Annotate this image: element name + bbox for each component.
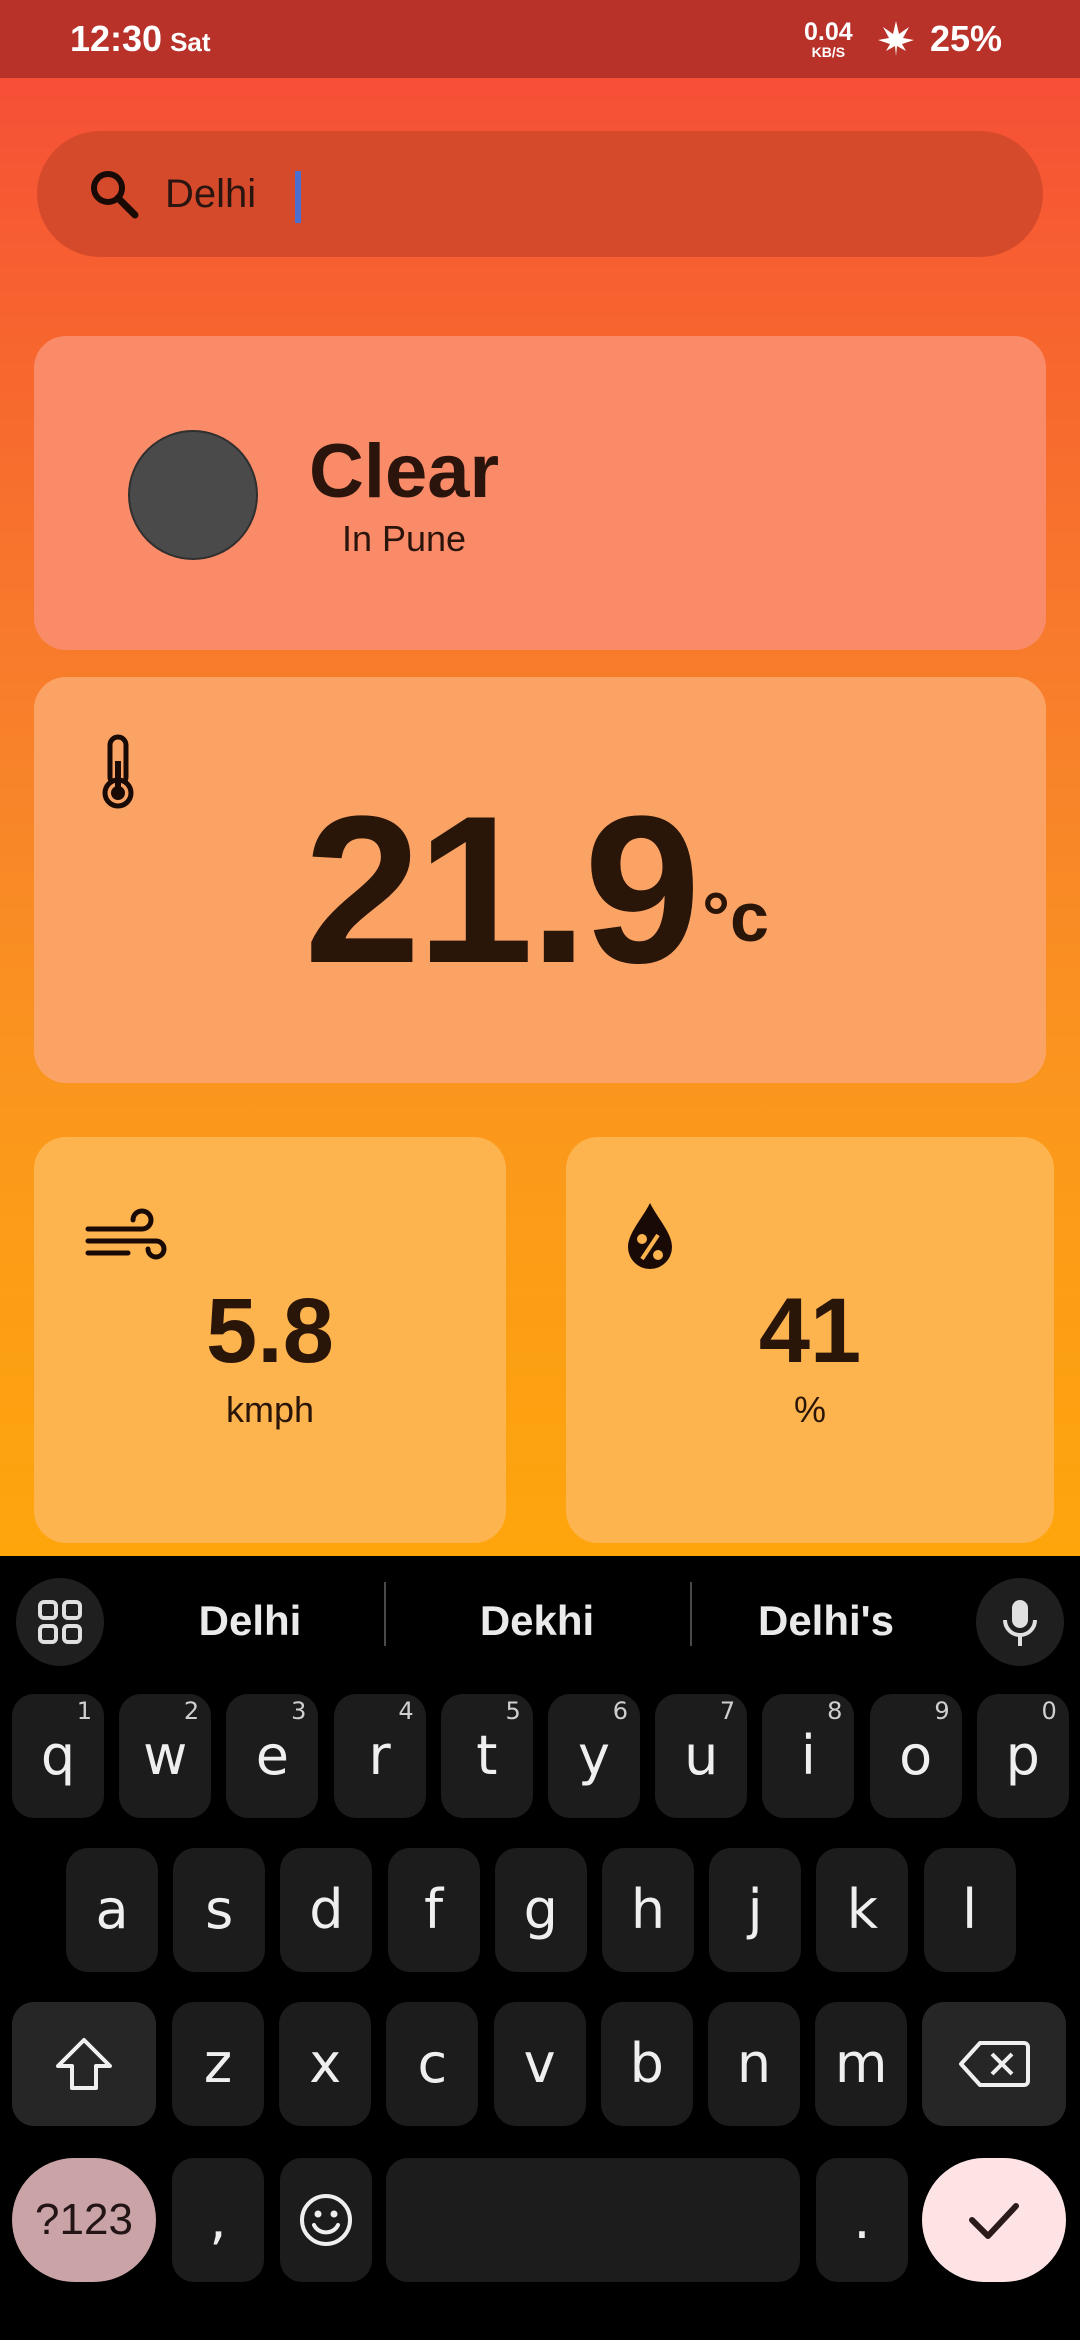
status-time: 12:30 Sat — [70, 18, 211, 60]
backspace-key[interactable] — [922, 2002, 1066, 2126]
key-label: i — [800, 1724, 816, 1787]
wind-icon — [85, 1208, 167, 1260]
key-hint: 8 — [827, 1697, 843, 1725]
comma-key[interactable]: , — [172, 2158, 264, 2282]
humidity-unit: % — [793, 1389, 826, 1430]
shift-key[interactable] — [12, 2002, 156, 2126]
key-k[interactable]: k — [816, 1848, 909, 1972]
key-d[interactable]: d — [280, 1848, 373, 1972]
key-c[interactable]: c — [386, 2002, 479, 2126]
key-label: t — [476, 1724, 498, 1787]
shift-icon — [56, 2038, 112, 2090]
humidity-icon — [628, 1203, 672, 1269]
key-u[interactable]: u7 — [655, 1694, 748, 1818]
temperature-value: 21.9 — [304, 772, 701, 1007]
network-rate-value: 0.04 — [804, 18, 853, 46]
apps-grid-icon — [38, 1600, 82, 1644]
wind-speed-value: 5.8 — [206, 1280, 334, 1382]
humidity-card: 41 % — [566, 1137, 1054, 1543]
suggestion-divider — [690, 1582, 692, 1646]
key-hint: 2 — [183, 1697, 200, 1725]
key-a[interactable]: a — [66, 1848, 158, 1972]
key-p[interactable]: p0 — [976, 1694, 1069, 1818]
emoji-icon — [300, 2194, 352, 2246]
key-hint: 5 — [505, 1697, 521, 1725]
key-t[interactable]: t5 — [440, 1694, 533, 1818]
temperature-unit: °c — [702, 878, 769, 956]
key-v[interactable]: v — [493, 2002, 586, 2126]
key-hint: 6 — [612, 1697, 628, 1725]
condition-location: In Pune — [341, 518, 467, 559]
key-b[interactable]: b — [600, 2002, 693, 2126]
emoji-key[interactable] — [280, 2158, 372, 2282]
wind-speed-unit: kmph — [225, 1389, 315, 1430]
microphone-icon — [1003, 1600, 1037, 1646]
search-bar[interactable] — [37, 131, 1043, 257]
key-n[interactable]: n — [708, 2002, 800, 2126]
weather-condition-icon — [128, 430, 258, 560]
key-hint: 7 — [719, 1697, 736, 1725]
key-j[interactable]: j — [709, 1848, 802, 1972]
thermometer-icon — [102, 734, 134, 809]
key-x[interactable]: x — [279, 2002, 372, 2126]
enter-key[interactable] — [922, 2158, 1066, 2282]
backspace-icon — [959, 2041, 1030, 2087]
suggestion-divider — [384, 1582, 386, 1646]
key-z[interactable]: z — [172, 2002, 264, 2126]
checkmark-icon — [969, 2203, 1019, 2239]
network-rate: 0.04 KB/S — [804, 18, 853, 60]
key-m[interactable]: m — [815, 2002, 908, 2126]
key-s[interactable]: s — [173, 1848, 266, 1972]
wind-card: 5.8 kmph — [34, 1137, 506, 1543]
key-i[interactable]: i8 — [762, 1694, 855, 1818]
symbols-key[interactable]: ?123 — [12, 2158, 156, 2282]
key-label: y — [578, 1724, 610, 1787]
key-label: r — [368, 1724, 391, 1787]
weather-app: 12:30Sat 0.04 KB/S 25% Clear In Pune — [0, 0, 1080, 1556]
key-label: e — [255, 1724, 289, 1787]
key-label: w — [143, 1724, 188, 1787]
key-h[interactable]: h — [602, 1848, 694, 1972]
status-time-text: 12:30 — [70, 18, 163, 59]
humidity-value: 41 — [758, 1280, 862, 1382]
key-e[interactable]: e3 — [226, 1694, 319, 1818]
key-hint: 3 — [291, 1697, 307, 1725]
keyboard-menu-button[interactable] — [16, 1578, 104, 1666]
temperature-card: 21.9 °c — [34, 677, 1046, 1083]
battery-level: 25% — [930, 18, 1003, 59]
voice-input-button[interactable] — [976, 1578, 1064, 1666]
key-r[interactable]: r4 — [333, 1694, 426, 1818]
period-key[interactable]: . — [816, 2158, 908, 2282]
text-cursor — [295, 171, 301, 223]
key-hint: 9 — [934, 1697, 950, 1725]
condition-title: Clear — [308, 429, 500, 514]
key-f[interactable]: f — [387, 1848, 480, 1972]
key-g[interactable]: g — [494, 1848, 587, 1972]
key-hint: 4 — [398, 1697, 414, 1725]
search-icon — [91, 171, 139, 219]
status-day: Sat — [170, 27, 211, 57]
key-l[interactable]: l — [923, 1848, 1016, 1972]
key-w[interactable]: w2 — [119, 1694, 212, 1818]
status-bar: 12:30 Sat 0.04 KB/S 25% — [0, 0, 1080, 78]
key-label: p — [1005, 1724, 1040, 1787]
space-key[interactable] — [386, 2158, 800, 2282]
key-label: u — [684, 1724, 719, 1787]
suggestion-1[interactable]: Delhi — [130, 1586, 370, 1656]
network-rate-unit: KB/S — [811, 44, 846, 60]
suggestion-3[interactable]: Delhi's — [706, 1586, 946, 1656]
search-input[interactable] — [165, 159, 985, 229]
key-o[interactable]: o9 — [869, 1694, 962, 1818]
key-hint: 1 — [76, 1697, 92, 1725]
key-label: o — [899, 1724, 933, 1787]
suggestion-2[interactable]: Dekhi — [416, 1586, 658, 1656]
leaf-icon — [878, 21, 914, 56]
condition-card: Clear In Pune — [34, 336, 1046, 650]
key-hint: 0 — [1041, 1697, 1057, 1725]
key-y[interactable]: y6 — [548, 1694, 640, 1818]
key-q[interactable]: q1 — [12, 1694, 104, 1818]
soft-keyboard: Delhi Dekhi Delhi's q1w2e3r4t5y6u7i8o9p0… — [0, 1556, 1080, 2340]
key-label: q — [40, 1724, 76, 1787]
